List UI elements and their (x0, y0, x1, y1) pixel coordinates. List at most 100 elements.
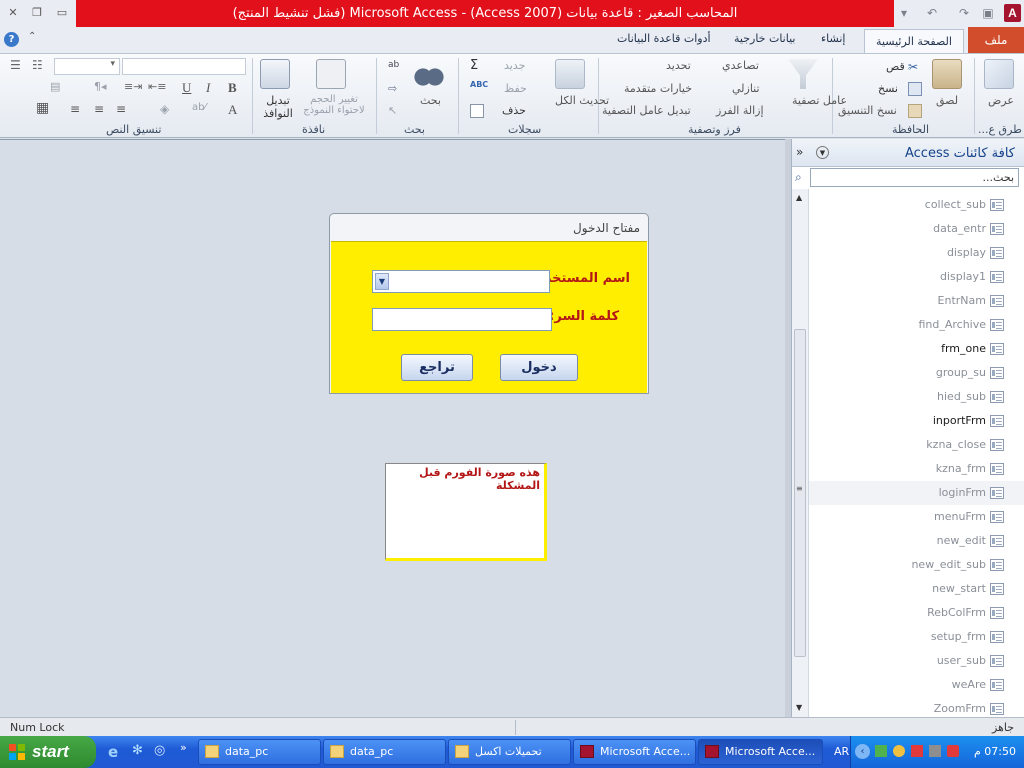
taskbar-item-access-2[interactable]: Microsoft Acce... (698, 739, 823, 765)
scissors-icon[interactable]: ✂ (908, 60, 922, 74)
refresh-all-icon[interactable] (555, 59, 585, 89)
back-button[interactable]: تراجع (401, 354, 473, 381)
tab-home[interactable]: الصفحة الرئيسية (864, 29, 964, 54)
bold-icon[interactable]: B (228, 80, 237, 96)
toggle-filter-button[interactable]: تبديل عامل التصفية (602, 104, 691, 117)
font-name-combo[interactable] (122, 58, 246, 75)
replace-icon[interactable]: ab (388, 60, 402, 74)
taskbar-item-folder-1[interactable]: data_pc (198, 739, 321, 765)
nav-item-data_entr[interactable]: data_entr (809, 217, 1024, 241)
sort-descending-button[interactable]: تنازلي (732, 82, 760, 95)
messenger-icon[interactable]: ✻ (132, 743, 143, 758)
quicklaunch-more-icon[interactable]: » (180, 741, 187, 754)
ltr-icon[interactable]: ≡⇥ (124, 80, 142, 93)
tab-create[interactable]: إنشاء (821, 32, 845, 45)
binoculars-icon[interactable] (414, 59, 444, 89)
table-grid-icon[interactable]: ▦ (36, 100, 49, 116)
tray-icon[interactable] (911, 745, 923, 757)
fill-color-icon[interactable]: ◈ (160, 102, 169, 116)
tab-database-tools[interactable]: أدوات قاعدة البيانات (617, 32, 711, 45)
redo-icon[interactable]: ↷ (956, 5, 972, 21)
minimize-icon[interactable]: ▭ (53, 5, 71, 21)
size-to-fit-button[interactable]: تغيير الحجم لاحتواء النموذج (298, 94, 370, 116)
switch-windows-button[interactable]: تبديل النوافذ (258, 94, 298, 120)
nav-item-menufrm[interactable]: menuFrm (809, 505, 1024, 529)
sort-ascending-button[interactable]: تصاعدي (722, 59, 759, 72)
nav-item-weare[interactable]: weAre (809, 673, 1024, 697)
taskbar-item-folder-3[interactable]: تحميلات اكسل (448, 739, 571, 765)
totals-icon[interactable]: Σ (470, 58, 484, 73)
rtl-icon[interactable]: ⇤≡ (148, 80, 166, 93)
nav-item-rebcolfrm[interactable]: RebColFrm (809, 601, 1024, 625)
minimize-ribbon-icon[interactable]: ⌃ (28, 31, 36, 42)
tab-file[interactable]: ملف (968, 27, 1024, 53)
nav-item-hied_sub[interactable]: hied_sub (809, 385, 1024, 409)
taskbar-item-folder-2[interactable]: data_pc (323, 739, 446, 765)
nav-item-new_edit_sub[interactable]: new_edit_sub (809, 553, 1024, 577)
nav-item-display1[interactable]: display1 (809, 265, 1024, 289)
align-center-icon[interactable]: ≡ (94, 102, 104, 116)
nav-pane-header[interactable]: » ▼ كافة كائنات Access (792, 139, 1024, 167)
nav-item-group_su[interactable]: group_su (809, 361, 1024, 385)
font-size-combo[interactable]: ▾ (54, 58, 120, 75)
filter-button[interactable]: عامل تصفية (792, 94, 847, 107)
tray-icon[interactable] (947, 745, 959, 757)
size-to-fit-icon[interactable] (316, 59, 346, 89)
nav-item-display[interactable]: display (809, 241, 1024, 265)
gridlines-icon[interactable]: ▤ (50, 80, 60, 93)
tray-expand-icon[interactable]: ‹ (855, 744, 870, 759)
scroll-up-icon[interactable]: ▲ (796, 193, 802, 202)
view-icon[interactable] (984, 59, 1014, 89)
nav-item-inportfrm[interactable]: inportFrm (809, 409, 1024, 433)
scroll-down-icon[interactable]: ▼ (796, 703, 802, 712)
nav-search-input[interactable]: بحث... (810, 168, 1019, 187)
chevron-down-icon[interactable]: ▼ (375, 273, 389, 290)
delete-record-button[interactable]: حذف (502, 104, 526, 117)
search-icon[interactable]: ⌕ (795, 170, 802, 185)
clock[interactable]: 07:50 م (974, 745, 1016, 758)
switch-windows-icon[interactable] (260, 59, 290, 89)
nav-scroll-thumb[interactable]: ≡ (794, 329, 806, 657)
selection-button[interactable]: تحديد (666, 59, 691, 72)
copy-icon[interactable] (908, 82, 922, 96)
tray-icon[interactable] (893, 745, 905, 757)
view-button[interactable]: عرض (988, 94, 1014, 107)
nav-item-frm_one[interactable]: frm_one (809, 337, 1024, 361)
paste-button[interactable]: لصق (936, 94, 958, 107)
cut-button[interactable]: قص (886, 60, 905, 73)
close-icon[interactable]: ✕ (4, 5, 22, 21)
indent-icon[interactable]: ¶◂ (94, 80, 107, 93)
underline-icon[interactable]: U (182, 80, 191, 96)
nav-item-setup_frm[interactable]: setup_frm (809, 625, 1024, 649)
more-records-icon[interactable] (470, 104, 484, 118)
undo-icon[interactable]: ↶ (924, 5, 940, 21)
save-record-button[interactable]: حفظ (504, 82, 527, 95)
align-left-icon[interactable]: ≡ (70, 102, 80, 116)
refresh-all-button[interactable]: تحديث الكل (555, 94, 609, 107)
save-icon[interactable]: ▣ (980, 5, 996, 21)
chevron-down-icon[interactable]: ▼ (816, 146, 829, 159)
nav-item-new_start[interactable]: new_start (809, 577, 1024, 601)
goto-icon[interactable]: ⇨ (388, 82, 402, 96)
nav-scrollbar[interactable]: ▲ ≡ ▼ (792, 189, 809, 717)
remove-sort-button[interactable]: إزالة الفرز (716, 104, 764, 117)
enter-button[interactable]: دخول (500, 354, 578, 381)
collapse-pane-icon[interactable]: » (796, 145, 803, 159)
nav-item-user_sub[interactable]: user_sub (809, 649, 1024, 673)
nav-item-new_edit[interactable]: new_edit (809, 529, 1024, 553)
bullets-icon[interactable]: ☰ (10, 58, 21, 72)
italic-icon[interactable]: I (206, 80, 210, 96)
copy-button[interactable]: نسخ (878, 82, 898, 95)
taskbar-item-access-1[interactable]: Microsoft Acce... (573, 739, 696, 765)
spelling-icon[interactable]: ABC (470, 80, 488, 94)
nav-item-entrnam[interactable]: EntrNam (809, 289, 1024, 313)
tray-icon[interactable] (875, 745, 887, 757)
ie-icon[interactable]: e (108, 743, 118, 761)
qat-customize-icon[interactable]: ▾ (896, 5, 912, 21)
tray-icon[interactable] (929, 745, 941, 757)
start-button[interactable]: start (0, 736, 96, 768)
restore-icon[interactable]: ❐ (28, 5, 46, 21)
align-right-icon[interactable]: ≡ (116, 102, 126, 116)
select-icon[interactable]: ↖ (388, 104, 402, 118)
language-indicator[interactable]: AR (834, 745, 849, 758)
